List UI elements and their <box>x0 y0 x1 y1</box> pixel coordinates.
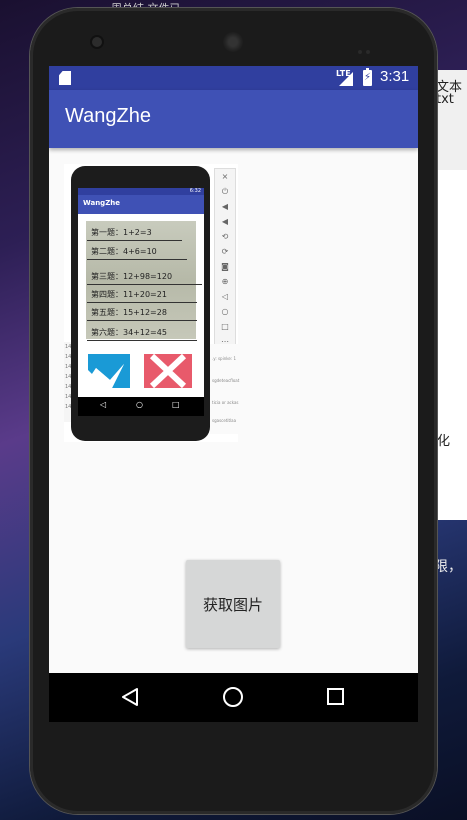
battery-charging-icon: ⚡ <box>363 68 372 86</box>
system-nav-bar <box>49 673 418 722</box>
desktop-background-window: 文本 txt 化 <box>433 70 467 520</box>
image-emulator-toolbar: × ⏻ ◀ ◀ ⟲ ⟳ ◙ ⊕ ◁ ○ □ ⋯ <box>214 168 236 346</box>
captured-image-view: 14 14 14 14 14 14 14 6:32 WangZhe 第一题：1+… <box>64 164 239 442</box>
desktop-text-2: txt <box>436 92 454 107</box>
home-icon[interactable] <box>223 687 243 707</box>
status-clock: 3:31 <box>380 68 410 85</box>
image-toolbar-rotate-right-icon: ⟳ <box>221 247 229 256</box>
image-nav-bar: ◁ ○ □ <box>78 397 204 416</box>
desktop-text-4: 限， <box>434 559 462 575</box>
device-screen: LTE ⚡ 3:31 WangZhe 14 14 14 14 14 14 14 … <box>49 66 418 722</box>
image-question-5: 第五题：15+12=28 <box>87 308 197 321</box>
image-question-3: 第三题：12+98=120 <box>86 272 203 285</box>
image-toolbar-home-icon: ○ <box>221 307 229 316</box>
image-app-title: WangZhe <box>83 199 120 207</box>
image-question-2: 第二题：4+6=10 <box>87 247 187 260</box>
image-toolbar-zoom-icon: ⊕ <box>221 277 229 286</box>
sd-card-icon <box>59 71 71 85</box>
image-toolbar-back-icon: ◁ <box>221 292 229 301</box>
app-title: WangZhe <box>65 105 151 127</box>
front-camera <box>92 37 102 47</box>
image-paper-photo: 第一题：1+2=3 第二题：4+6=10 第三题：12+98=120 第四题：1… <box>86 221 203 341</box>
image-back-icon: ◁ <box>100 400 107 409</box>
desktop-window-title: 一周总结 文件已... <box>100 0 191 8</box>
get-image-button[interactable]: 获取图片 <box>186 560 280 648</box>
image-toolbar-camera-icon: ◙ <box>221 262 229 271</box>
image-home-icon: ○ <box>136 400 143 409</box>
image-toolbar-volume-up-icon: ◀ <box>221 202 229 211</box>
back-icon[interactable] <box>121 687 139 707</box>
recent-apps-icon[interactable] <box>327 688 344 705</box>
check-mark-icon <box>88 354 130 388</box>
cross-mark-icon <box>144 354 192 388</box>
image-toolbar-rotate-left-icon: ⟲ <box>221 232 229 241</box>
app-bar: WangZhe <box>49 90 418 148</box>
image-app-bar: WangZhe <box>78 195 204 214</box>
status-bar: LTE ⚡ 3:31 <box>49 66 418 90</box>
desktop-text-3: 化 <box>437 434 451 449</box>
image-question-6: 第六题：34+12=45 <box>87 328 197 341</box>
image-phone-frame: 6:32 WangZhe 第一题：1+2=3 第二题：4+6=10 第三题：12… <box>71 166 210 441</box>
proximity-sensors <box>358 39 378 54</box>
image-status-time: 6:32 <box>189 188 201 194</box>
image-toolbar-power-icon: ⏻ <box>221 187 229 196</box>
image-toolbar-overview-icon: □ <box>221 322 229 331</box>
image-status-bar: 6:32 <box>78 188 204 195</box>
image-code-strip: .y: spinke: 1 sgdeteacfloat ticia or ack… <box>210 344 239 434</box>
image-phone-screen: 6:32 WangZhe 第一题：1+2=3 第二题：4+6=10 第三题：12… <box>78 188 204 416</box>
image-recent-icon: □ <box>172 400 180 409</box>
image-question-4: 第四题：11+20=21 <box>87 290 197 303</box>
earpiece-speaker <box>223 32 243 52</box>
image-question-1: 第一题：1+2=3 <box>87 228 182 241</box>
image-toolbar-close-icon: × <box>221 172 229 181</box>
image-toolbar-volume-down-icon: ◀ <box>221 217 229 226</box>
